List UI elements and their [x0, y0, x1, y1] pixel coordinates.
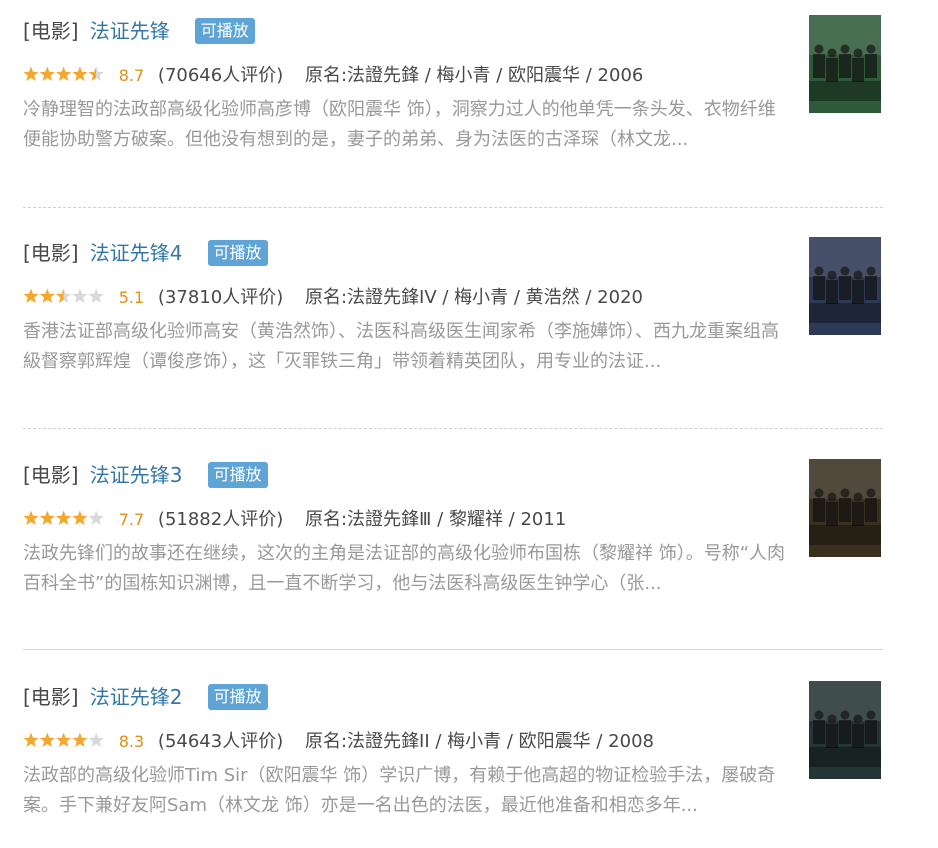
playable-badge[interactable]: 可播放 [207, 462, 268, 488]
star-icon [72, 66, 88, 81]
description: 冷静理智的法政部高级化验师高彦博（欧阳震华 饰），洞察力过人的他单凭一条头发、衣… [23, 99, 776, 150]
divider [23, 649, 883, 650]
title-link[interactable]: 法证先锋 [90, 19, 170, 43]
type-label: [电影] [23, 241, 79, 265]
star-icon [23, 510, 39, 525]
star-icon [55, 510, 72, 525]
playable-badge[interactable]: 可播放 [207, 240, 268, 266]
title-link[interactable]: 法证先锋2 [90, 685, 183, 709]
poster-graphic [809, 15, 881, 113]
rating-stars-icon [23, 66, 105, 82]
rating-line: 8.7 (70646人评价) 原名:法證先鋒 / 梅小青 / 欧阳震华 / 20… [23, 61, 643, 87]
poster-image[interactable] [809, 459, 881, 557]
rating-score: 8.7 [118, 66, 145, 85]
rating-stars-icon [23, 732, 105, 748]
star-icon [72, 510, 88, 525]
title-line: [电影] 法证先锋2 可播放 [23, 681, 268, 711]
star-icon [72, 288, 88, 303]
description: 香港法证部高级化验师高安（黄浩然饰）、法医科高级医生闻家希（李施嬅饰）、西九龙重… [23, 321, 779, 372]
rating-score: 5.1 [118, 288, 145, 307]
poster-image[interactable] [809, 681, 881, 779]
type-label: [电影] [23, 463, 79, 487]
divider [23, 207, 883, 208]
description: 法政先锋们的故事还在继续，这次的主角是法证部的高级化验师布国栋（黎耀祥 饰）。号… [23, 543, 786, 594]
poster-image[interactable] [809, 15, 881, 113]
poster-image[interactable] [809, 237, 881, 335]
star-icon [55, 66, 72, 81]
title-line: [电影] 法证先锋4 可播放 [23, 237, 268, 267]
type-label: [电影] [23, 19, 79, 43]
meta-info: 原名:法證先鋒Ⅲ / 黎耀祥 / 2011 [304, 509, 567, 530]
rating-line: 8.3 (54643人评价) 原名:法證先鋒II / 梅小青 / 欧阳震华 / … [23, 727, 654, 753]
playable-badge[interactable]: 可播放 [207, 684, 268, 710]
poster-graphic [809, 681, 881, 779]
vote-count: (51882人评价) [157, 509, 284, 530]
meta-info: 原名:法證先鋒 / 梅小青 / 欧阳震华 / 2006 [304, 65, 644, 86]
rating-stars-icon [23, 288, 105, 304]
star-icon [88, 66, 104, 81]
divider [23, 428, 883, 429]
vote-count: (70646人评价) [157, 65, 284, 86]
star-icon [39, 66, 55, 81]
star-icon [23, 288, 39, 303]
rating-line: 5.1 (37810人评价) 原名:法證先鋒IV / 梅小青 / 黄浩然 / 2… [23, 283, 643, 309]
star-icon [55, 732, 72, 747]
rating-stars-icon [23, 510, 105, 526]
rating-line: 7.7 (51882人评价) 原名:法證先鋒Ⅲ / 黎耀祥 / 2011 [23, 505, 566, 531]
poster-graphic [809, 459, 881, 557]
title-line: [电影] 法证先锋 可播放 [23, 15, 255, 45]
star-icon [39, 288, 55, 303]
search-result-list: [电影] 法证先锋 可播放 8.7 (70646人评价) 原名:法證先鋒 / 梅… [0, 0, 938, 848]
star-icon [23, 732, 39, 747]
meta-info: 原名:法證先鋒II / 梅小青 / 欧阳震华 / 2008 [304, 731, 654, 752]
star-icon [39, 510, 55, 525]
star-icon [23, 66, 39, 81]
title-link[interactable]: 法证先锋4 [90, 241, 183, 265]
star-icon [88, 732, 104, 747]
playable-badge[interactable]: 可播放 [194, 18, 255, 44]
rating-score: 8.3 [118, 732, 145, 751]
meta-info: 原名:法證先鋒IV / 梅小青 / 黄浩然 / 2020 [304, 287, 643, 308]
poster-graphic [809, 237, 881, 335]
title-link[interactable]: 法证先锋3 [90, 463, 183, 487]
star-icon [88, 288, 104, 303]
type-label: [电影] [23, 685, 79, 709]
description: 法政部的高级化验师Tim Sir（欧阳震华 饰）学识广博，有赖于他高超的物证检验… [23, 765, 776, 816]
vote-count: (54643人评价) [157, 731, 284, 752]
title-line: [电影] 法证先锋3 可播放 [23, 459, 268, 489]
rating-score: 7.7 [118, 510, 145, 529]
star-icon [39, 732, 55, 747]
star-icon [55, 288, 72, 303]
star-icon [72, 732, 88, 747]
star-icon [88, 510, 104, 525]
vote-count: (37810人评价) [157, 287, 284, 308]
